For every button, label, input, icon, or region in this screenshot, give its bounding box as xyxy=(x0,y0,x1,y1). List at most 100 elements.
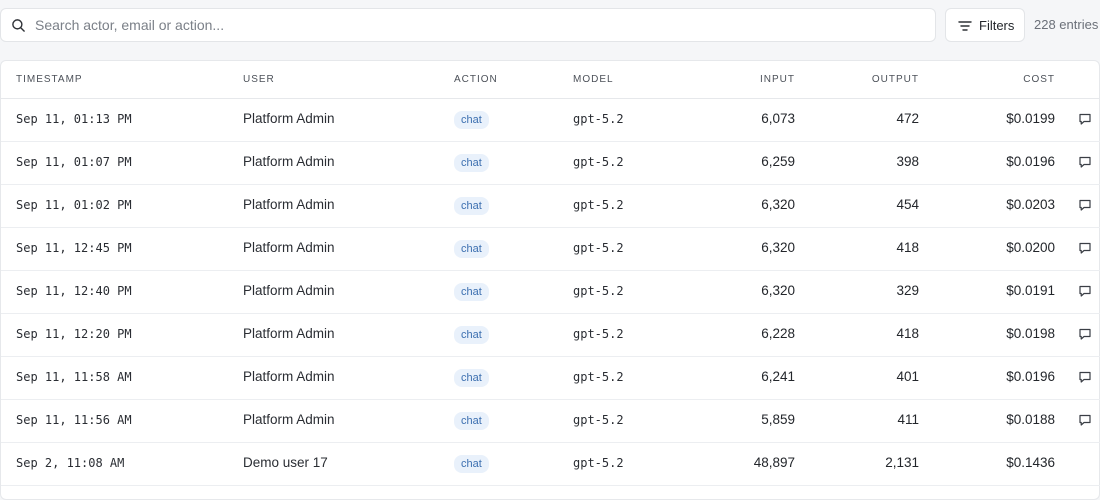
cell-input: 48,897 xyxy=(753,455,795,470)
cell-output: 401 xyxy=(896,369,919,384)
cell-timestamp: Sep 11, 01:07 PM xyxy=(16,155,132,169)
cell-user: Platform Admin xyxy=(243,283,335,298)
cell-output: 329 xyxy=(896,283,919,298)
cell-cost: $0.0203 xyxy=(1006,197,1055,212)
cell-timestamp: Sep 11, 12:20 PM xyxy=(16,327,132,341)
cell-input: 6,259 xyxy=(761,154,795,169)
cell-action: chat xyxy=(454,197,489,215)
action-badge: chat xyxy=(454,283,489,301)
cell-action: chat xyxy=(454,240,489,258)
cell-timestamp: Sep 11, 11:56 AM xyxy=(16,413,132,427)
search-box[interactable] xyxy=(0,8,936,42)
cell-timestamp: Sep 11, 12:40 PM xyxy=(16,284,132,298)
cell-input: 6,320 xyxy=(761,283,795,298)
cell-cost: $0.1436 xyxy=(1006,455,1055,470)
cell-input: 6,320 xyxy=(761,240,795,255)
cell-model: gpt-5.2 xyxy=(573,198,624,212)
action-badge: chat xyxy=(454,197,489,215)
cell-user: Platform Admin xyxy=(243,111,335,126)
cell-model: gpt-5.2 xyxy=(573,241,624,255)
table-row[interactable]: Sep 11, 12:45 PM Platform Admin chat gpt… xyxy=(1,227,1100,271)
cell-user: Platform Admin xyxy=(243,326,335,341)
cell-action: chat xyxy=(454,283,489,301)
cell-timestamp: Sep 11, 11:58 AM xyxy=(16,370,132,384)
table-row[interactable]: Sep 11, 11:56 AM Platform Admin chat gpt… xyxy=(1,399,1100,443)
cell-cost: $0.0196 xyxy=(1006,154,1055,169)
chat-bubble-icon[interactable] xyxy=(1078,241,1092,255)
search-input[interactable] xyxy=(35,9,915,41)
action-badge: chat xyxy=(454,154,489,172)
cell-user: Demo user 17 xyxy=(243,455,328,470)
chat-bubble-icon[interactable] xyxy=(1078,413,1092,427)
table-row[interactable]: Sep 11, 12:20 PM Platform Admin chat gpt… xyxy=(1,313,1100,357)
chat-bubble-icon[interactable] xyxy=(1078,370,1092,384)
cell-user: Platform Admin xyxy=(243,240,335,255)
cell-input: 6,073 xyxy=(761,111,795,126)
action-badge: chat xyxy=(454,455,489,473)
table-row[interactable]: Sep 11, 01:02 PM Platform Admin chat gpt… xyxy=(1,184,1100,228)
action-badge: chat xyxy=(454,412,489,430)
cell-input: 5,859 xyxy=(761,412,795,427)
filter-lines-icon xyxy=(958,21,972,31)
search-icon xyxy=(12,19,25,32)
usage-table: TIMESTAMP USER ACTION MODEL INPUT OUTPUT… xyxy=(0,60,1100,500)
cell-model: gpt-5.2 xyxy=(573,327,624,341)
cell-output: 398 xyxy=(896,154,919,169)
header-cost[interactable]: COST xyxy=(1023,74,1055,85)
action-badge: chat xyxy=(454,240,489,258)
action-badge: chat xyxy=(454,369,489,387)
header-user[interactable]: USER xyxy=(243,74,275,85)
cell-timestamp: Sep 2, 11:08 AM xyxy=(16,456,125,470)
header-model[interactable]: MODEL xyxy=(573,74,614,85)
cell-input: 6,320 xyxy=(761,197,795,212)
cell-cost: $0.0199 xyxy=(1006,111,1055,126)
cell-action: chat xyxy=(454,455,489,473)
chat-bubble-icon[interactable] xyxy=(1078,155,1092,169)
cell-action: chat xyxy=(454,154,489,172)
cell-user: Platform Admin xyxy=(243,197,335,212)
chat-bubble-icon[interactable] xyxy=(1078,112,1092,126)
cell-model: gpt-5.2 xyxy=(573,112,624,126)
cell-model: gpt-5.2 xyxy=(573,284,624,298)
header-input[interactable]: INPUT xyxy=(760,74,795,85)
cell-timestamp: Sep 11, 01:02 PM xyxy=(16,198,132,212)
table-header-row: TIMESTAMP USER ACTION MODEL INPUT OUTPUT… xyxy=(1,61,1100,99)
entries-count: 228 entries xyxy=(1034,17,1099,32)
cell-input: 6,228 xyxy=(761,326,795,341)
cell-action: chat xyxy=(454,369,489,387)
cell-output: 454 xyxy=(896,197,919,212)
cell-action: chat xyxy=(454,111,489,129)
cell-cost: $0.0196 xyxy=(1006,369,1055,384)
cell-user: Platform Admin xyxy=(243,369,335,384)
chat-bubble-icon[interactable] xyxy=(1078,198,1092,212)
cell-user: Platform Admin xyxy=(243,412,335,427)
chat-bubble-icon[interactable] xyxy=(1078,327,1092,341)
action-badge: chat xyxy=(454,326,489,344)
cell-cost: $0.0191 xyxy=(1006,283,1055,298)
cell-action: chat xyxy=(454,412,489,430)
header-timestamp[interactable]: TIMESTAMP xyxy=(16,74,83,85)
cell-output: 418 xyxy=(896,240,919,255)
cell-model: gpt-5.2 xyxy=(573,370,624,384)
cell-user: Platform Admin xyxy=(243,154,335,169)
cell-action: chat xyxy=(454,326,489,344)
header-action[interactable]: ACTION xyxy=(454,74,498,85)
table-row[interactable]: Sep 11, 01:07 PM Platform Admin chat gpt… xyxy=(1,141,1100,185)
filters-button[interactable]: Filters xyxy=(945,8,1025,42)
table-row[interactable]: Sep 2, 11:08 AM Demo user 17 chat gpt-5.… xyxy=(1,442,1100,486)
cell-cost: $0.0200 xyxy=(1006,240,1055,255)
table-row[interactable]: Sep 11, 01:13 PM Platform Admin chat gpt… xyxy=(1,98,1100,142)
cell-cost: $0.0198 xyxy=(1006,326,1055,341)
header-output[interactable]: OUTPUT xyxy=(872,74,919,85)
cell-timestamp: Sep 11, 01:13 PM xyxy=(16,112,132,126)
cell-output: 418 xyxy=(896,326,919,341)
cell-model: gpt-5.2 xyxy=(573,413,624,427)
table-row[interactable]: Sep 11, 11:58 AM Platform Admin chat gpt… xyxy=(1,356,1100,400)
cell-output: 2,131 xyxy=(885,455,919,470)
table-row[interactable]: Sep 11, 12:40 PM Platform Admin chat gpt… xyxy=(1,270,1100,314)
filters-label: Filters xyxy=(979,18,1015,33)
cell-model: gpt-5.2 xyxy=(573,155,624,169)
cell-timestamp: Sep 11, 12:45 PM xyxy=(16,241,132,255)
cell-output: 472 xyxy=(896,111,919,126)
chat-bubble-icon[interactable] xyxy=(1078,284,1092,298)
